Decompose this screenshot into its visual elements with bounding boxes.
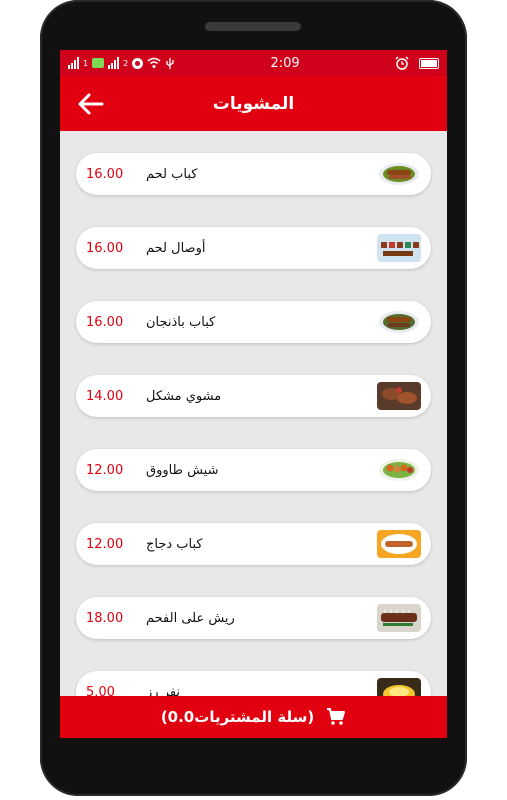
item-price: 16.00 [86, 240, 124, 256]
item-price: 14.00 [86, 388, 124, 404]
item-price: 16.00 [86, 166, 124, 182]
page-title: المشويات [212, 93, 295, 114]
alarm-icon [395, 56, 409, 70]
item-name: كباب لحم [146, 166, 198, 182]
clock: 2:09 [270, 55, 300, 71]
carrier-logo-icon [132, 57, 144, 69]
menu-list: 16.00 كباب لحم 16.00 أوصال لحم 16.00 كبا… [60, 131, 447, 713]
chicken-kebab-icon [377, 530, 421, 558]
cart-button[interactable]: (سلة المشتريات0.0) [60, 696, 447, 738]
signal-icon [108, 57, 120, 69]
list-item[interactable]: 16.00 كباب باذنجان [76, 301, 431, 343]
kebab-plate-icon [377, 308, 421, 336]
item-name: كباب دجاج [146, 536, 203, 552]
skewers-icon [377, 234, 421, 262]
item-name: ريش على الفحم [146, 610, 235, 626]
list-item[interactable]: 16.00 كباب لحم [76, 153, 431, 195]
screen: 1 2 2:09 المشويات 16.00 كباب لحم 16.00 أ… [60, 50, 447, 738]
item-price: 12.00 [86, 536, 124, 552]
shopping-cart-icon [327, 708, 346, 725]
item-name: مشوي مشكل [146, 388, 222, 404]
list-item[interactable]: 12.00 شيش طاووق [76, 449, 431, 491]
item-price: 18.00 [86, 610, 124, 626]
signal-icon [68, 57, 79, 69]
usb-icon [166, 57, 174, 69]
list-item[interactable]: 16.00 أوصال لحم [76, 227, 431, 269]
item-name: أوصال لحم [146, 240, 206, 256]
sim2-indicator: 2 [123, 58, 129, 68]
arrow-back-icon[interactable] [76, 89, 106, 119]
status-icons-left: 1 2 [68, 57, 175, 70]
ribs-icon [377, 604, 421, 632]
kebab-plate-icon [377, 160, 421, 188]
carrier-logo-icon [92, 58, 105, 68]
battery-icon [418, 57, 439, 69]
wifi-icon [147, 57, 161, 68]
sim1-indicator: 1 [83, 58, 89, 68]
skewers-icon [377, 456, 421, 484]
status-icons-right [395, 56, 439, 70]
list-item[interactable]: 12.00 كباب دجاج [76, 523, 431, 565]
status-bar: 1 2 2:09 [60, 50, 447, 76]
list-item[interactable]: 14.00 مشوي مشكل [76, 375, 431, 417]
app-bar: المشويات [60, 76, 447, 131]
mixed-grill-icon [377, 382, 421, 410]
speaker-grille [205, 22, 301, 31]
item-name: كباب باذنجان [146, 314, 216, 330]
item-price: 12.00 [86, 462, 124, 478]
list-item[interactable]: 18.00 ريش على الفحم [76, 597, 431, 639]
item-name: شيش طاووق [146, 462, 219, 478]
cart-label: (سلة المشتريات0.0) [160, 708, 315, 726]
phone-frame: 1 2 2:09 المشويات 16.00 كباب لحم 16.00 أ… [40, 0, 467, 796]
item-price: 16.00 [86, 314, 124, 330]
